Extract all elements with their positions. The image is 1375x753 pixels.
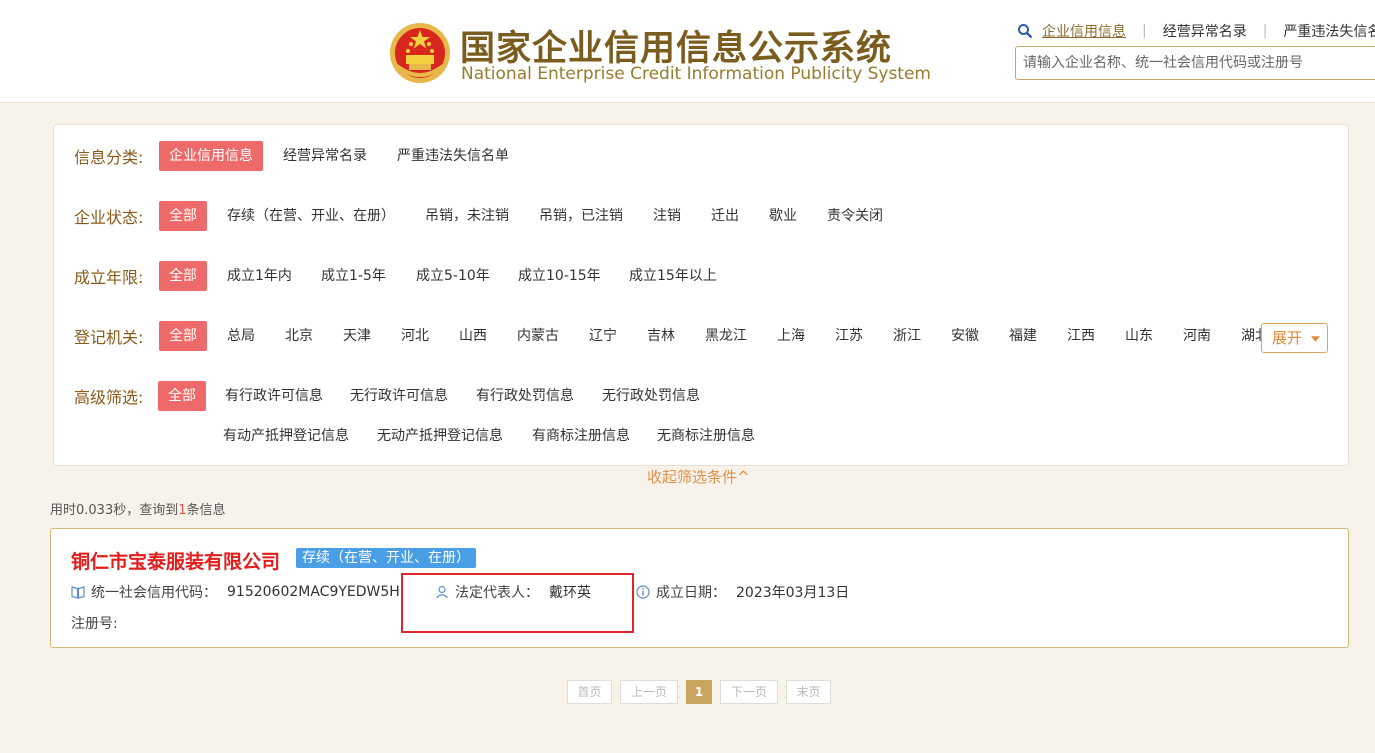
credit-code-label: 统一社会信用代码： [91, 585, 217, 601]
filter-option[interactable]: 河南 [1183, 321, 1211, 351]
filter-option[interactable]: 全部 [159, 261, 207, 291]
filter-label: 高级筛选: [74, 388, 144, 407]
filter-option[interactable]: 成立1年内 [227, 261, 292, 291]
nav-link-blacklist[interactable]: 严重违法失信名单 [1283, 21, 1375, 41]
est-date-field: 成立日期： 2023年03月13日 [636, 582, 849, 602]
legal-rep-field: 法定代表人： 戴环英 [435, 582, 591, 602]
filter-option[interactable]: 辽宁 [589, 321, 617, 351]
filter-option[interactable]: 北京 [285, 321, 313, 351]
filter-option[interactable]: 山东 [1125, 321, 1153, 351]
filter-option[interactable]: 注销 [653, 201, 681, 231]
filter-label: 企业状态: [74, 208, 144, 227]
book-icon [71, 586, 85, 599]
filter-option[interactable]: 存续（在营、开业、在册） [227, 201, 395, 231]
chevron-down-icon [1310, 335, 1320, 342]
filter-option[interactable]: 上海 [777, 321, 805, 351]
filter-label: 登记机关: [74, 328, 144, 347]
filter-option[interactable]: 无行政处罚信息 [602, 381, 700, 411]
filter-option[interactable]: 黑龙江 [705, 321, 747, 351]
filter-label: 信息分类: [74, 148, 144, 167]
site-header: 国家企业信用信息公示系统 National Enterprise Credit … [0, 0, 1375, 103]
filter-option[interactable]: 严重违法失信名单 [397, 141, 509, 171]
filter-option[interactable]: 无动产抵押登记信息 [377, 421, 503, 451]
filter-option[interactable]: 迁出 [711, 201, 739, 231]
top-nav: 企业信用信息 | 经营异常名录 | 严重违法失信名单 [1017, 20, 1375, 42]
pager-last[interactable]: 末页 [786, 680, 831, 704]
nav-link-abnormal-list[interactable]: 经营异常名录 [1163, 21, 1247, 41]
filter-option[interactable]: 安徽 [951, 321, 979, 351]
company-name-link[interactable]: 铜仁市宝泰服装有限公司 [71, 547, 280, 574]
legal-rep-label: 法定代表人： [455, 585, 539, 601]
expand-label: 展开 [1272, 329, 1303, 347]
filter-option[interactable]: 有行政处罚信息 [476, 381, 574, 411]
filter-option[interactable]: 总局 [227, 321, 255, 351]
filter-option[interactable]: 歇业 [769, 201, 797, 231]
info-icon [636, 585, 650, 599]
query-stats: 用时0.033秒，查询到1条信息 [50, 499, 226, 518]
filter-option[interactable]: 企业信用信息 [159, 141, 263, 171]
person-icon [436, 585, 448, 599]
filter-option[interactable]: 江苏 [835, 321, 863, 351]
filter-label: 成立年限: [74, 268, 144, 287]
status-badge: 存续（在营、开业、在册） [296, 548, 476, 568]
filter-option[interactable]: 天津 [343, 321, 371, 351]
filter-option[interactable]: 责令关闭 [827, 201, 883, 231]
filter-option[interactable]: 全部 [159, 201, 207, 231]
nav-separator: | [1142, 23, 1147, 39]
filter-option[interactable]: 成立10-15年 [518, 261, 601, 291]
filter-option[interactable]: 河北 [401, 321, 429, 351]
filter-option[interactable]: 全部 [159, 321, 207, 351]
credit-code-value: 91520602MAC9YEDW5H [227, 584, 400, 600]
pager-first[interactable]: 首页 [567, 680, 612, 704]
filter-panel: 信息分类: 企业信用信息 经营异常名录 严重违法失信名单 企业状态: 全部 存续… [53, 124, 1349, 466]
est-date-label: 成立日期： [656, 585, 726, 601]
result-count: 1 [178, 503, 187, 518]
filter-option[interactable]: 成立1-5年 [321, 261, 386, 291]
filter-option[interactable]: 江西 [1067, 321, 1095, 351]
pager-prev[interactable]: 上一页 [620, 680, 678, 704]
nav-link-credit-info[interactable]: 企业信用信息 [1042, 21, 1126, 41]
filter-option[interactable]: 有商标注册信息 [532, 421, 630, 451]
stats-prefix: 用时0.033秒，查询到 [50, 503, 179, 518]
pager-next[interactable]: 下一页 [720, 680, 778, 704]
search-icon [1018, 24, 1033, 39]
filter-option[interactable]: 有动产抵押登记信息 [223, 421, 349, 451]
filter-option[interactable]: 吊销，已注销 [539, 201, 623, 231]
filter-option[interactable]: 全部 [158, 381, 206, 411]
legal-rep-value: 戴环英 [549, 585, 591, 601]
filter-option[interactable]: 成立5-10年 [416, 261, 490, 291]
national-emblem-icon [390, 23, 450, 83]
filter-option[interactable]: 成立15年以上 [629, 261, 717, 291]
filter-option[interactable]: 吊销，未注销 [425, 201, 509, 231]
nav-separator: | [1262, 23, 1268, 39]
filter-option[interactable]: 浙江 [893, 321, 921, 351]
site-title-en: National Enterprise Credit Information P… [461, 64, 931, 84]
filter-option[interactable]: 无商标注册信息 [657, 421, 755, 451]
result-card[interactable]: 铜仁市宝泰服装有限公司 存续（在营、开业、在册） 统一社会信用代码： 91520… [50, 528, 1349, 648]
filter-option[interactable]: 福建 [1009, 321, 1037, 351]
search-input[interactable] [1015, 46, 1375, 80]
expand-button[interactable]: 展开 [1261, 323, 1328, 353]
est-date-value: 2023年03月13日 [736, 585, 850, 601]
credit-code-field: 统一社会信用代码： 91520602MAC9YEDW5H [71, 582, 400, 602]
filter-option[interactable]: 无行政许可信息 [350, 381, 448, 411]
stats-suffix: 条信息 [186, 503, 226, 518]
reg-no-label: 注册号: [71, 616, 118, 632]
filter-option[interactable]: 经营异常名录 [283, 141, 367, 171]
filter-option[interactable]: 吉林 [647, 321, 675, 351]
pager-current[interactable]: 1 [686, 680, 712, 704]
filter-option[interactable]: 有行政许可信息 [225, 381, 323, 411]
filter-option[interactable]: 山西 [459, 321, 487, 351]
collapse-filters-link[interactable]: 收起筛选条件^ [647, 466, 750, 487]
filter-option[interactable]: 内蒙古 [517, 321, 559, 351]
